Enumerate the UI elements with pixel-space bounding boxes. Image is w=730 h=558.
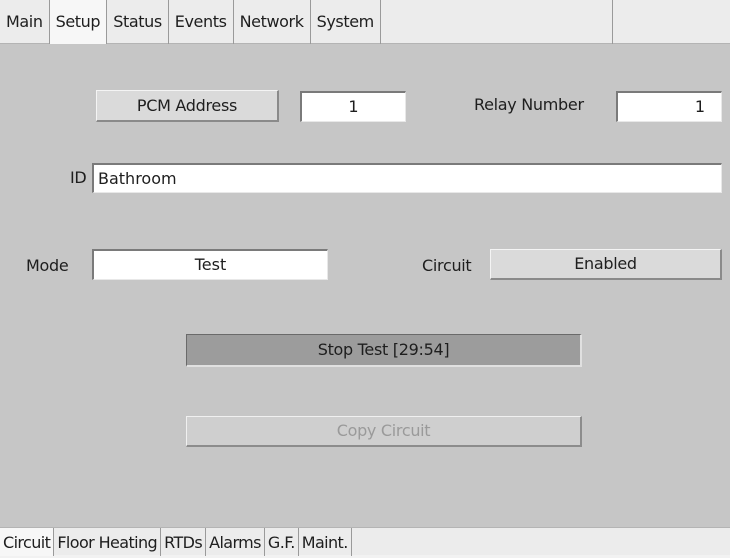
stop-test-button[interactable]: Stop Test [29:54]	[186, 334, 582, 367]
tab-network[interactable]: Network	[234, 0, 311, 44]
tab-main[interactable]: Main	[0, 0, 50, 44]
relay-number-label: Relay Number	[474, 95, 584, 114]
tab-status[interactable]: Status	[107, 0, 169, 44]
mode-label: Mode	[26, 256, 69, 275]
copy-circuit-button[interactable]: Copy Circuit	[186, 416, 582, 447]
bottom-tab-bar: Circuit Floor Heating RTDs Alarms G.F. M…	[0, 527, 730, 556]
tab-setup[interactable]: Setup	[49, 0, 108, 44]
circuit-label: Circuit	[422, 256, 472, 275]
setup-panel: PCM Address 1 Relay Number 1 ID Bathroom…	[6, 60, 730, 520]
tab-floor-heating[interactable]: Floor Heating	[54, 528, 162, 556]
id-label: ID	[70, 168, 87, 187]
circuit-status-button[interactable]: Enabled	[490, 249, 722, 280]
tab-system[interactable]: System	[311, 0, 381, 44]
relay-number-field[interactable]: 1	[616, 91, 722, 122]
pcm-address-button[interactable]: PCM Address	[96, 90, 279, 122]
tab-bar-spacer-end	[613, 0, 730, 44]
tab-gf[interactable]: G.F.	[265, 528, 299, 556]
tab-circuit[interactable]: Circuit	[0, 528, 55, 556]
pcm-address-field[interactable]: 1	[300, 91, 406, 122]
tab-bar-spacer	[381, 0, 613, 44]
mode-field[interactable]: Test	[92, 249, 328, 280]
tab-alarms[interactable]: Alarms	[206, 528, 265, 556]
id-field[interactable]: Bathroom	[92, 163, 722, 193]
tab-rtds[interactable]: RTDs	[161, 528, 207, 556]
bottom-tab-spacer	[352, 528, 730, 556]
top-tab-bar: Main Setup Status Events Network System	[0, 0, 730, 44]
tab-maint[interactable]: Maint.	[299, 528, 352, 556]
tab-events[interactable]: Events	[169, 0, 234, 44]
device-screen: Main Setup Status Events Network System …	[0, 0, 730, 556]
